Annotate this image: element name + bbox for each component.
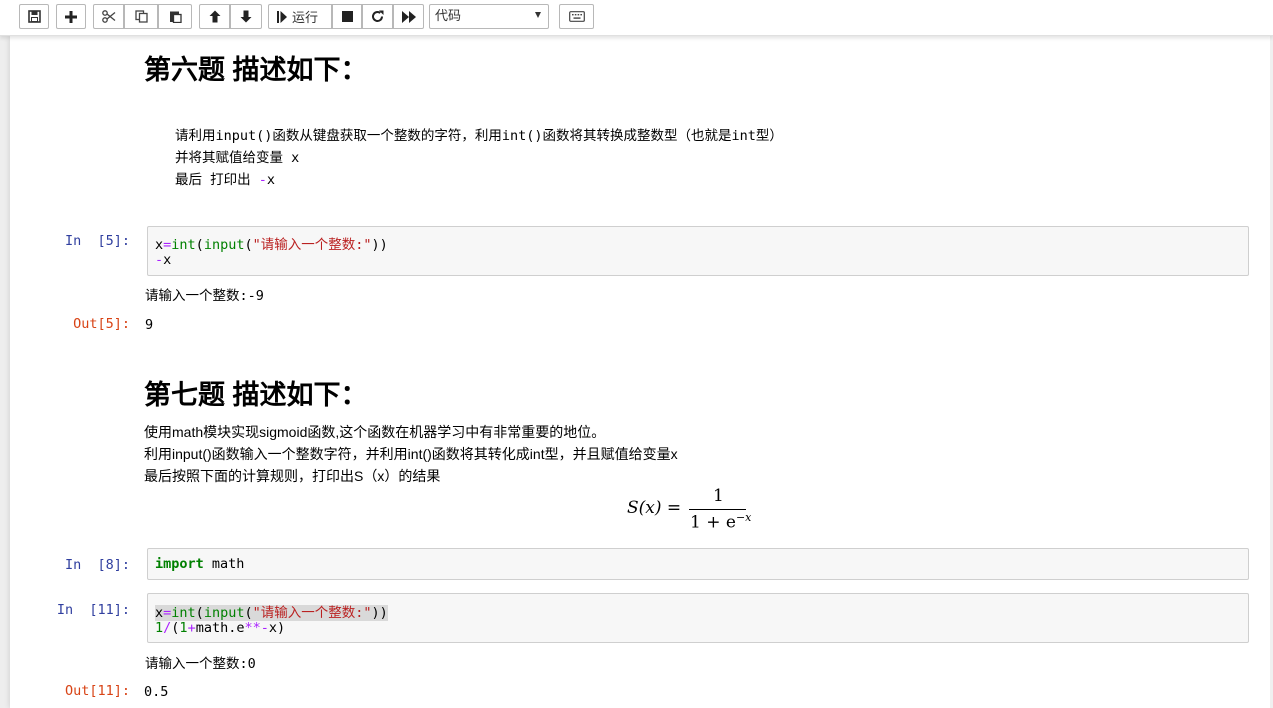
formula-denominator: 1 + e−x [690,511,751,533]
save-icon [27,10,41,23]
q7-line-1: 使用math模块实现sigmoid函数,这个函数在机器学习中有非常重要的地位。 [144,424,606,440]
q6-line-3-var: x [266,172,276,188]
copy-button[interactable] [124,4,158,29]
code-token: "请输入一个整数:" [252,605,372,621]
run-button[interactable]: 运行 [268,4,332,29]
code-token: ( [195,605,204,621]
code-token: math [203,556,245,572]
cut-icon [101,10,115,23]
q6-line-2: 并将其赋值给变量 x [175,150,300,166]
in11-code-line-2: 1/(1+math.e**-x) [155,620,285,636]
formula-fraction-bar [689,509,746,510]
in8-code-editor[interactable]: import math [147,548,1249,580]
notebook-toolbar: 运行 代码 [0,0,1273,36]
q7-line-2: 利用input()函数输入一个整数字符，并利用int()函数将其转化成int型，… [144,446,678,462]
out5-prompt: Out[5]: [73,316,130,332]
in5-code-editor[interactable]: x=int(input("请输入一个整数:")) -x [147,226,1249,276]
run-icon [277,10,287,23]
code-token: - [155,252,164,268]
sigmoid-formula: S(x) = 1 1 + e−x [627,486,757,533]
in11-code-line-1: x=int(input("请输入一个整数:")) [155,601,388,621]
fast-forward-icon [401,10,416,23]
code-token: ** [244,620,261,636]
code-token: x [155,237,164,253]
plus-icon [65,10,77,23]
notebook-container: 第六题 描述如下： 请利用input()函数从键盘获取一个整数的字符，利用int… [10,36,1272,708]
code-token: ( [244,605,253,621]
run-label: 运行 [292,11,319,26]
q7-heading: 第七题 描述如下： [144,380,368,410]
q7-line-3: 最后按照下面的计算规则，打印出S（x）的结果 [144,468,441,484]
code-token: ( [195,237,204,253]
code-token: input [203,237,245,253]
code-token: 1 [179,620,188,636]
paste-icon [169,11,182,23]
q6-line-1: 请利用input()函数从键盘获取一个整数的字符，利用int()函数将其转换成整… [175,128,783,144]
formula-denominator-base: 1 + e [690,512,736,533]
move-up-button[interactable] [199,4,230,29]
in5-prompt: In [5]: [64,233,130,249]
code-token: .e [228,620,245,636]
out5-value: 9 [145,317,154,333]
code-token: x) [268,620,286,636]
out11-value: 0.5 [144,684,169,700]
code-token: x [163,252,172,268]
command-palette-button[interactable] [559,4,594,29]
arrow-up-icon [209,10,220,23]
formula-lhs: S(x) = [627,498,682,518]
chevron-down-icon [535,12,541,18]
code-token: int [171,237,196,253]
in8-code-line-1: import math [155,556,244,572]
code-token: "请输入一个整数:" [252,237,372,253]
code-token: math [195,620,229,636]
code-token: + [187,620,196,636]
code-token: )) [371,237,388,253]
save-button[interactable] [19,4,49,29]
code-token: 1 [155,620,164,636]
keyboard-icon [568,11,585,22]
markdown-cell-q6[interactable]: 第六题 描述如下： 请利用input()函数从键盘获取一个整数的字符，利用int… [10,36,1272,206]
move-down-button[interactable] [230,4,262,29]
in5-code-line-2: -x [155,252,171,268]
interrupt-button[interactable] [332,4,362,29]
formula-numerator: 1 [713,486,724,506]
arrow-down-icon [240,10,252,23]
q6-heading: 第六题 描述如下： [144,55,368,85]
cell-type-select[interactable]: 代码 [429,4,549,29]
in8-prompt: In [8]: [64,557,130,573]
markdown-cell-q7[interactable]: 第七题 描述如下： 使用math模块实现sigmoid函数,这个函数在机器学习中… [10,361,1272,541]
in5-stdout: 请输入一个整数:-9 [145,288,264,304]
cut-button[interactable] [93,4,124,29]
formula-exponent: −x [735,511,752,524]
code-token: ( [244,237,253,253]
code-token: int [171,605,196,621]
q6-line-3: 最后 打印出 -x [175,168,275,188]
code-token: import [155,556,204,572]
q6-line-3-text: 最后 打印出 [175,172,259,188]
paste-button[interactable] [158,4,192,29]
code-token: input [203,605,245,621]
copy-icon [134,10,148,23]
out11-prompt: Out[11]: [64,683,130,699]
in5-code-line-1: x=int(input("请输入一个整数:")) [155,233,388,253]
in11-stdout: 请输入一个整数:0 [145,656,256,672]
q6-line-3-op: - [258,172,267,188]
cell-type-value: 代码 [435,9,462,24]
code-token: )) [371,605,388,621]
selection-highlight: x=int(input("请输入一个整数:")) [155,605,388,621]
code-token: x [155,605,164,621]
insert-cell-button[interactable] [56,4,86,29]
code-token: - [260,620,269,636]
restart-run-all-button[interactable] [393,4,424,29]
stop-icon [341,11,353,22]
in11-code-editor[interactable]: x=int(input("请输入一个整数:")) 1/(1+math.e**-x… [147,593,1249,643]
restart-icon [372,10,384,23]
restart-button[interactable] [362,4,393,29]
in11-prompt: In [11]: [56,602,130,618]
